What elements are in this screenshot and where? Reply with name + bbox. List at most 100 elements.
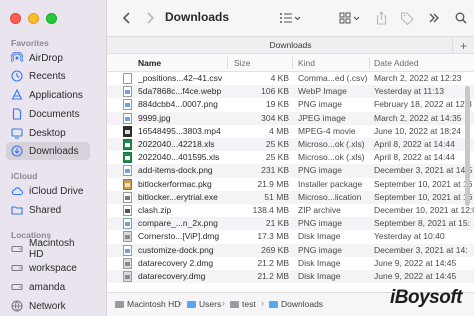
column-header-date-added[interactable]: Date Added [374,58,418,68]
file-row[interactable]: bitlockerformac.pkg 21.9 MB Installer pack… [107,178,474,191]
shared-folder-icon [11,204,23,216]
file-date-added: December 3, 2021 at 14: [374,244,468,255]
tag-button[interactable] [399,9,415,27]
favorites-section-label: Favorites [11,38,49,48]
file-name: _positions...42–41.csv [138,73,223,83]
tag-icon [400,12,414,25]
file-row[interactable]: _positions...42–41.csv 4 KB Comma...ed (.c… [107,72,474,85]
file-icon-mark [125,169,130,174]
file-row[interactable]: 9999.jpg 304 KB JPEG image March 2, 2022 at… [107,111,474,125]
file-row[interactable]: add-items-dock.png 231 KB PNG image Decembe… [107,164,474,178]
file-row[interactable]: bitlocker...erytrial.exe 51 MB Microso...l… [107,190,474,204]
chevron-right-icon: › [261,298,264,308]
sidebar-item-downloads[interactable]: Downloads [6,142,90,160]
breadcrumb-test[interactable]: test [230,299,256,309]
zoom-window-button[interactable] [46,13,57,24]
file-row[interactable]: 16548495...3803.mp4 4 MB MPEG-4 movie June … [107,125,474,138]
chevron-right-icon: › [222,298,225,308]
sidebar-item-icloud-drive[interactable]: iCloud Drive [6,182,90,200]
sidebar-item-documents[interactable]: Documents [6,105,90,123]
breadcrumb-label: Users [199,299,222,309]
file-row[interactable]: 884dcbb4...0007.png 19 KB PNG image Februar… [107,98,474,111]
breadcrumb-users[interactable]: Users [187,299,221,309]
sidebar-item-applications[interactable]: Applications [6,86,90,104]
file-kind: Microso...lication [298,191,362,202]
disk-icon [11,262,23,274]
sidebar-item-recents[interactable]: Recents [6,67,90,85]
sidebar-item-amanda[interactable]: amanda [6,278,90,296]
file-kind: PNG image [298,99,342,110]
image-file-icon [123,86,132,98]
image-file-icon [123,99,132,111]
file-size: 17.3 MB [257,231,289,242]
close-window-button[interactable] [10,13,21,24]
file-row[interactable]: 2022040...42218.xls 25 KB Microso...ok (.x… [107,138,474,152]
minimize-window-button[interactable] [28,13,39,24]
group-button[interactable] [338,9,364,27]
file-row[interactable]: clash.zip 138.4 MB ZIP archive December 10,… [107,204,474,217]
share-icon [376,11,386,25]
back-button[interactable] [119,9,133,27]
file-size: 21 KB [265,218,289,229]
file-row[interactable]: 2022040...401595.xls 25 KB Microso...ok (.… [107,151,474,164]
chevron-double-right-icon [429,13,439,23]
file-date-added: September 10, 2021 at 16 [374,191,473,202]
breadcrumb-macintosh-hd[interactable]: Macintosh HD [115,299,180,309]
file-name: customize-dock.png [138,244,214,255]
file-date-added: Yesterday at 10:40 [374,231,445,242]
file-date-added: December 10, 2021 at 12:0 [374,205,474,215]
file-kind: Disk Image [298,271,341,281]
breadcrumb-label: Downloads [281,299,324,309]
file-name: bitlocker...erytrial.exe [138,191,218,202]
sidebar-item-shared[interactable]: Shared [6,201,90,219]
vertical-scrollbar[interactable] [465,86,470,206]
file-kind: JPEG image [298,112,346,123]
file-row[interactable]: datarecovery 2.dmg 21.2 MB Disk Image June … [107,257,474,270]
file-date-added: March 2, 2022 at 12:23 [374,73,462,83]
file-date-added: April 8, 2022 at 14:44 [374,152,455,163]
chevron-left-icon [122,12,130,24]
network-icon [11,300,23,312]
file-kind: PNG image [298,165,342,176]
file-kind: Microso...ok (.xls) [298,152,365,163]
document-icon [11,108,23,120]
more-toolbar-button[interactable] [427,9,441,27]
tab-title[interactable]: Downloads [107,40,474,50]
column-header-kind[interactable]: Kind [298,58,315,68]
view-list-button[interactable] [278,9,302,27]
file-kind: WebP Image [298,86,347,97]
file-size: 106 KB [261,86,289,97]
column-header-name[interactable]: Name [138,58,161,68]
chevron-right-icon [146,12,154,24]
file-row[interactable]: datarecovery.dmg 21.2 MB Disk Image June 9,… [107,270,474,284]
file-icon-mark [125,209,130,213]
search-button[interactable] [454,9,468,27]
file-kind: PNG image [298,244,342,255]
file-icon-mark [125,275,130,279]
file-row[interactable]: compare_...n_2x.png 21 KB PNG image Septemb… [107,217,474,231]
column-divider[interactable] [292,57,293,69]
file-row[interactable]: Cornersto...[ViP].dmg 17.3 MB Disk Image Ye… [107,230,474,243]
share-button[interactable] [374,9,388,27]
file-date-added: December 3, 2021 at 14:5 [374,165,473,176]
tab-bar: Downloads + [107,36,474,55]
sidebar-item-network[interactable]: Network [6,297,90,315]
new-tab-button[interactable]: + [452,37,474,55]
file-date-added: September 10, 2021 at 16 [374,178,473,189]
file-date-added: March 2, 2022 at 14:35 [374,112,462,123]
file-row[interactable]: customize-dock.png 269 KB PNG image Decembe… [107,243,474,257]
image-file-icon [123,165,132,177]
breadcrumb-downloads[interactable]: Downloads [269,299,323,309]
sidebar-item-desktop[interactable]: Desktop [6,124,90,142]
column-header-size[interactable]: Size [234,58,251,68]
sidebar-item-workspace[interactable]: workspace [6,259,90,277]
sidebar-item-macintosh-hd[interactable]: Macintosh HD [6,238,90,260]
column-divider[interactable] [369,57,370,69]
sidebar-item-airdrop[interactable]: AirDrop [6,49,90,67]
window-title: Downloads [165,10,230,24]
breadcrumb-label: Macintosh HD [127,299,181,309]
toolbar: Downloads [107,0,474,36]
column-divider[interactable] [227,57,228,69]
forward-button[interactable] [143,9,157,27]
file-row[interactable]: 5da7868c...f4ce.webp 106 KB WebP Image Yest… [107,85,474,99]
